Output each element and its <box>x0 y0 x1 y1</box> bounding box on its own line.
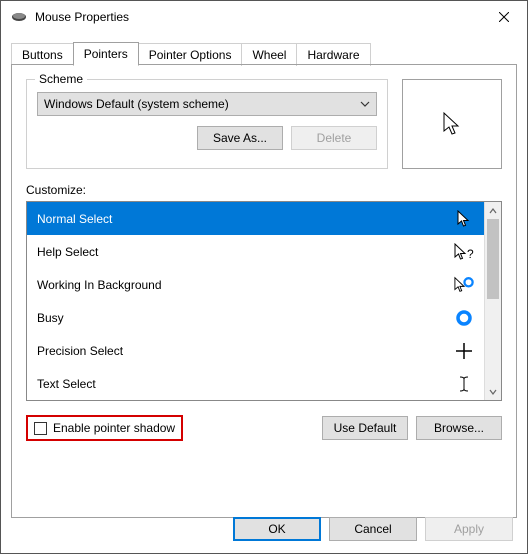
list-item-label: Normal Select <box>37 212 112 226</box>
scheme-selected-value: Windows Default (system scheme) <box>44 97 229 111</box>
browse-button[interactable]: Browse... <box>416 416 502 440</box>
list-item-label: Text Select <box>37 377 96 391</box>
tab-panel: Scheme Windows Default (system scheme) S… <box>11 64 517 518</box>
list-item-label: Help Select <box>37 245 98 259</box>
pointer-preview <box>402 79 502 169</box>
scroll-track[interactable] <box>485 219 501 383</box>
scheme-group: Scheme Windows Default (system scheme) S… <box>26 79 388 169</box>
list-row-text[interactable]: Text Select <box>27 367 484 400</box>
chevron-down-icon <box>360 98 370 112</box>
enable-shadow-label: Enable pointer shadow <box>53 421 175 435</box>
enable-shadow-row[interactable]: Enable pointer shadow <box>26 415 183 441</box>
delete-button: Delete <box>291 126 377 150</box>
cursor-busy-icon <box>454 308 474 328</box>
cursor-working-icon <box>454 275 474 295</box>
tab-pointer-options[interactable]: Pointer Options <box>138 43 243 66</box>
listbox-inner: Normal Select Help Select ? Working In B… <box>27 202 484 400</box>
list-item-label: Working In Background <box>37 278 162 292</box>
apply-button: Apply <box>425 517 513 541</box>
list-row-precision[interactable]: Precision Select <box>27 334 484 367</box>
scroll-up-button[interactable] <box>485 202 501 219</box>
customize-label: Customize: <box>26 183 502 197</box>
cursor-text-icon <box>454 374 474 394</box>
list-row-normal-select[interactable]: Normal Select <box>27 202 484 235</box>
scheme-legend: Scheme <box>35 72 87 86</box>
pointer-listbox[interactable]: Normal Select Help Select ? Working In B… <box>26 201 502 401</box>
list-row-working[interactable]: Working In Background <box>27 268 484 301</box>
cursor-arrow-icon <box>442 111 462 137</box>
svg-text:?: ? <box>467 247 474 261</box>
ok-button[interactable]: OK <box>233 517 321 541</box>
tab-pointers[interactable]: Pointers <box>73 42 139 65</box>
save-as-button[interactable]: Save As... <box>197 126 283 150</box>
tab-wheel[interactable]: Wheel <box>241 43 297 66</box>
use-default-button[interactable]: Use Default <box>322 416 408 440</box>
cursor-arrow-icon <box>454 209 474 229</box>
close-button[interactable] <box>481 1 527 33</box>
tab-strip: Buttons Pointers Pointer Options Wheel H… <box>1 41 527 64</box>
cursor-help-icon: ? <box>454 242 474 262</box>
window-title: Mouse Properties <box>35 10 481 24</box>
chevron-up-icon <box>489 207 497 215</box>
close-icon <box>499 12 509 22</box>
list-item-label: Busy <box>37 311 64 325</box>
scroll-down-button[interactable] <box>485 383 501 400</box>
scroll-thumb[interactable] <box>487 219 499 299</box>
chevron-down-icon <box>489 388 497 396</box>
titlebar: Mouse Properties <box>1 1 527 33</box>
tab-buttons[interactable]: Buttons <box>11 43 74 66</box>
list-item-label: Precision Select <box>37 344 123 358</box>
mouse-icon <box>11 11 27 23</box>
cancel-button[interactable]: Cancel <box>329 517 417 541</box>
scrollbar[interactable] <box>484 202 501 400</box>
enable-shadow-checkbox[interactable] <box>34 422 47 435</box>
tab-hardware[interactable]: Hardware <box>296 43 370 66</box>
scheme-dropdown[interactable]: Windows Default (system scheme) <box>37 92 377 116</box>
list-row-help-select[interactable]: Help Select ? <box>27 235 484 268</box>
window-frame: Mouse Properties Buttons Pointers Pointe… <box>0 0 528 554</box>
cursor-precision-icon <box>454 341 474 361</box>
list-row-busy[interactable]: Busy <box>27 301 484 334</box>
dialog-buttons: OK Cancel Apply <box>233 517 513 541</box>
